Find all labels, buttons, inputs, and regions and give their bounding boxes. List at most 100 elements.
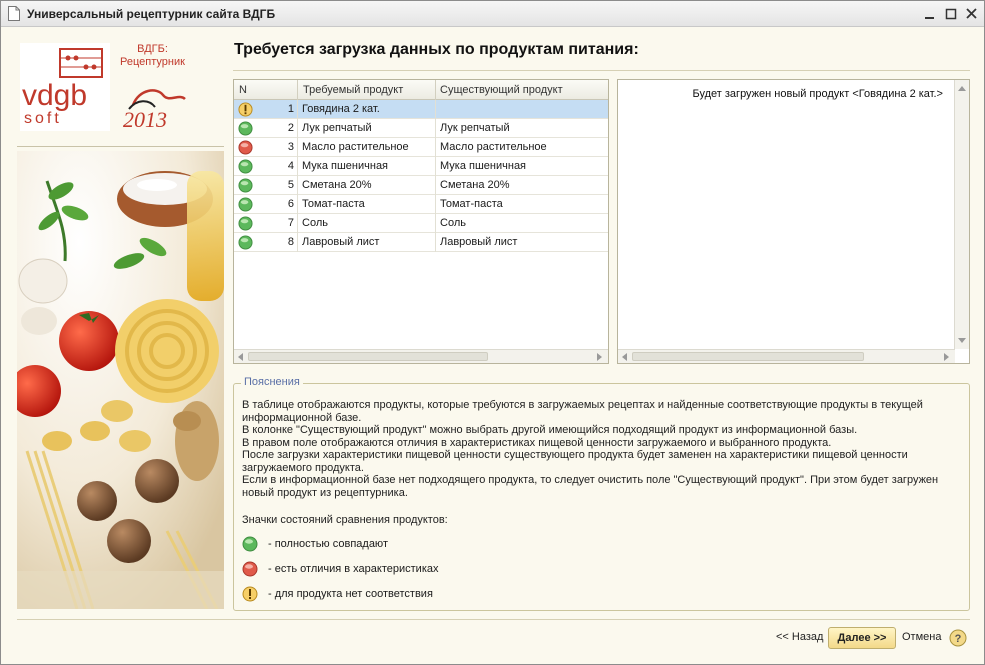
required-product-cell[interactable]: Мука пшеничная	[302, 160, 388, 172]
explanation-group: Пояснения В таблице отображаются продукт…	[233, 376, 970, 611]
explanation-line: загружаемого продукта.	[242, 461, 364, 474]
column-separator[interactable]	[435, 80, 436, 100]
row-number: 5	[287, 179, 294, 191]
required-product-cell[interactable]: Масло растительное	[302, 141, 409, 153]
table-header: N Требуемый продукт Существующий продукт	[234, 80, 608, 100]
cell-separator	[435, 138, 436, 157]
column-header-required[interactable]: Требуемый продукт	[303, 84, 403, 96]
required-product-cell[interactable]: Томат-паста	[302, 198, 365, 210]
vdgb-logo-graphic: vdgb soft	[22, 48, 103, 127]
table-row[interactable]: 8 Лавровый лист Лавровый лист	[234, 233, 608, 252]
table-horizontal-scrollbar[interactable]	[234, 349, 608, 363]
scroll-down-icon[interactable]	[957, 335, 967, 345]
column-separator[interactable]	[297, 80, 298, 100]
next-button[interactable]: Далее >>	[828, 627, 896, 649]
cell-separator	[297, 157, 298, 176]
cell-separator	[297, 138, 298, 157]
table-row[interactable]: 4 Мука пшеничная Мука пшеничная	[234, 157, 608, 176]
existing-product-cell[interactable]: Масло растительное	[440, 141, 547, 153]
status-match-icon	[238, 235, 253, 250]
explanation-legend: Пояснения	[241, 376, 303, 388]
scroll-right-icon[interactable]	[594, 352, 604, 362]
table-row[interactable]: 5 Сметана 20% Сметана 20%	[234, 176, 608, 195]
explanation-line: После загрузки характеристики пищевой це…	[242, 449, 908, 461]
required-product-cell[interactable]: Соль	[302, 217, 328, 229]
cancel-button[interactable]: Отмена	[902, 631, 941, 643]
brand-name-line1: ВДГБ:	[137, 43, 168, 55]
table-row[interactable]: 7 Соль Соль	[234, 214, 608, 233]
maximize-icon	[945, 8, 957, 20]
existing-product-cell[interactable]: Мука пшеничная	[440, 160, 526, 172]
required-product-cell[interactable]: Лук репчатый	[302, 122, 372, 134]
table-body: 1 Говядина 2 кат. 2 Лук репчатый Лук репчаты…	[234, 100, 608, 252]
status-none-icon	[238, 102, 253, 117]
row-number: 7	[287, 217, 294, 229]
row-number: 3	[287, 141, 294, 153]
vdgb-logo: vdgb soft	[20, 43, 110, 131]
row-number: 2	[287, 122, 294, 134]
close-button[interactable]	[963, 5, 981, 23]
status-legend-title: Значки состояний сравнения продуктов:	[242, 514, 448, 526]
products-table[interactable]: N Требуемый продукт Существующий продукт…	[233, 79, 609, 364]
explanation-line: новый продукт из рецептурника.	[242, 486, 408, 499]
status-match-icon	[238, 159, 253, 174]
table-row[interactable]: 3 Масло растительное Масло растительное	[234, 138, 608, 157]
differences-panel[interactable]: Будет загружен новый продукт <Говядина 2…	[617, 79, 970, 364]
cell-separator	[435, 119, 436, 138]
scroll-left-icon[interactable]	[620, 352, 630, 362]
back-button[interactable]: << Назад	[776, 631, 823, 643]
maximize-button[interactable]	[942, 5, 960, 23]
close-icon	[966, 8, 977, 19]
cell-separator	[297, 100, 298, 119]
cell-separator	[435, 100, 436, 119]
scrollbar-thumb[interactable]	[248, 352, 488, 361]
row-number: 1	[287, 103, 294, 115]
logo-wordmark: vdgb	[22, 79, 87, 112]
brand-name: ВДГБ: Рецептурник	[110, 43, 195, 69]
column-header-n[interactable]: N	[239, 84, 247, 96]
minimize-button[interactable]	[921, 5, 939, 23]
scroll-up-icon[interactable]	[957, 84, 967, 94]
panel-vertical-scrollbar[interactable]	[954, 80, 969, 349]
existing-product-cell[interactable]: Томат-паста	[440, 198, 503, 210]
scrollbar-thumb[interactable]	[632, 352, 864, 361]
table-row[interactable]: 1 Говядина 2 кат.	[234, 100, 608, 119]
title-bar: Универсальный рецептурник сайта ВДГБ	[1, 1, 984, 27]
column-header-existing[interactable]: Существующий продукт	[440, 84, 563, 96]
food-illustration	[17, 151, 224, 609]
explanation-text: В таблице отображаются продукты, которые…	[242, 399, 957, 499]
cell-separator	[435, 157, 436, 176]
required-product-cell[interactable]: Лавровый лист	[302, 236, 379, 248]
cell-separator	[297, 119, 298, 138]
table-row[interactable]: 6 Томат-паста Томат-паста	[234, 195, 608, 214]
existing-product-cell[interactable]: Соль	[440, 217, 466, 229]
panel-horizontal-scrollbar[interactable]	[618, 349, 955, 363]
required-product-cell[interactable]: Сметана 20%	[302, 179, 372, 191]
existing-product-cell[interactable]: Сметана 20%	[440, 179, 510, 191]
legend-item-text: - для продукта нет соответствия	[268, 588, 433, 600]
status-match-icon	[238, 197, 253, 212]
table-row[interactable]: 2 Лук репчатый Лук репчатый	[234, 119, 608, 138]
help-icon[interactable]: ?	[949, 629, 967, 647]
cell-separator	[435, 176, 436, 195]
required-product-cell[interactable]: Говядина 2 кат.	[302, 103, 380, 115]
differences-text: Будет загружен новый продукт <Говядина 2…	[692, 88, 943, 100]
cell-separator	[297, 176, 298, 195]
cell-separator	[297, 195, 298, 214]
scroll-right-icon[interactable]	[941, 352, 951, 362]
cell-separator	[297, 214, 298, 233]
footer-divider	[17, 619, 970, 620]
status-match-icon	[238, 121, 253, 136]
cell-separator	[435, 195, 436, 214]
minimize-icon	[925, 17, 934, 19]
row-number: 4	[287, 160, 294, 172]
legend-item-text: - есть отличия в характеристиках	[268, 563, 439, 575]
food-illustration-graphic	[17, 151, 224, 609]
existing-product-cell[interactable]: Лавровый лист	[440, 236, 517, 248]
wizard-window: Универсальный рецептурник сайта ВДГБ vdg…	[0, 0, 985, 665]
scroll-left-icon[interactable]	[236, 352, 246, 362]
row-number: 8	[287, 236, 294, 248]
status-match-icon	[238, 178, 253, 193]
existing-product-cell[interactable]: Лук репчатый	[440, 122, 510, 134]
explanation-line: В колонке "Существующий продукт" можно в…	[242, 424, 858, 436]
